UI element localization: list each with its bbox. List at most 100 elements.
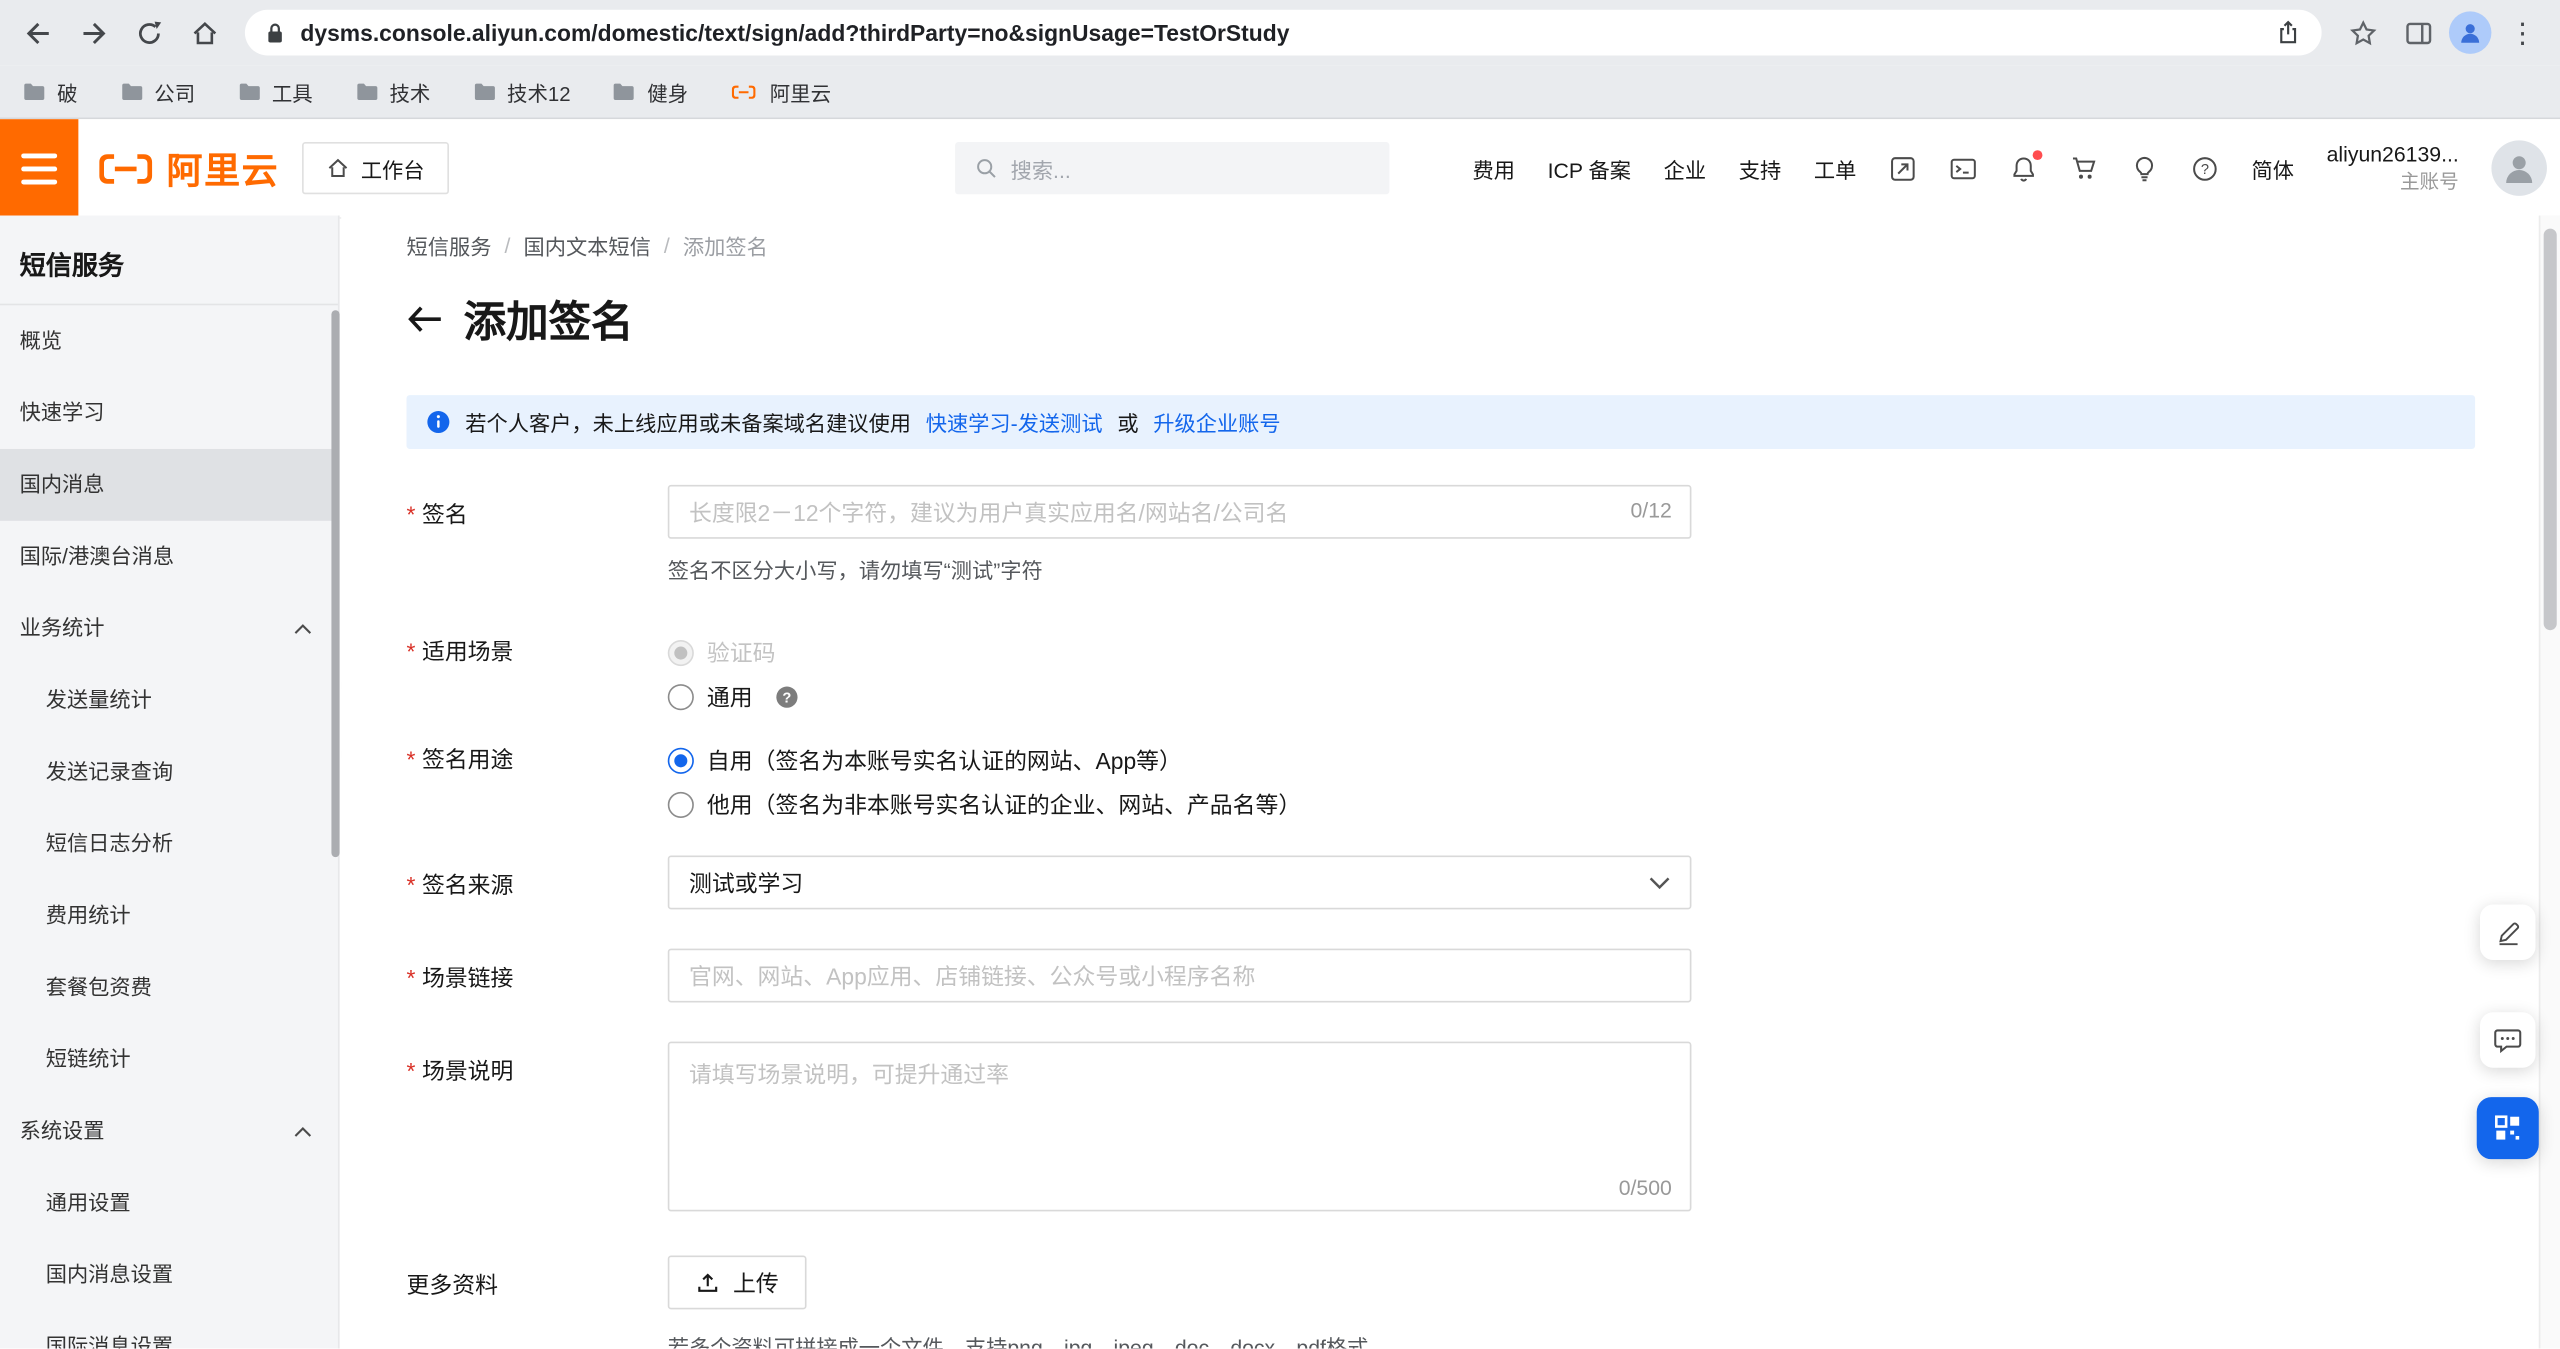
scene-desc-textarea[interactable]: [668, 1042, 1692, 1212]
bookmark-folder-po[interactable]: 破: [23, 76, 78, 107]
scene-desc-label: 场景说明: [407, 1042, 668, 1220]
account-info[interactable]: aliyun26139... 主账号: [2327, 142, 2459, 195]
usage-label: 签名用途: [407, 738, 668, 826]
kebab-menu-icon: ⋮: [2509, 19, 2537, 47]
home-button[interactable]: [180, 8, 229, 57]
bookmark-label: 破: [57, 76, 77, 107]
bookmark-label: 技术12: [507, 76, 571, 107]
main-content: 短信服务 / 国内文本短信 / 添加签名 添加签名 若个人客户，未上线应用或未备…: [341, 216, 2540, 1349]
product-menu-button[interactable]: [0, 119, 78, 217]
sidebar-scrollbar-thumb[interactable]: [331, 310, 339, 857]
scene-link-input[interactable]: [668, 949, 1692, 1003]
folder-icon: [473, 82, 496, 102]
bookmark-label: 阿里云: [770, 76, 831, 107]
scene-option-verification-code[interactable]: 验证码: [668, 630, 1692, 674]
bookmark-folder-fitness[interactable]: 健身: [613, 76, 688, 107]
nav-billing[interactable]: 费用: [1472, 153, 1514, 184]
page-scrollbar-track[interactable]: [2539, 216, 2560, 1349]
usage-option-label: 他用（签名为非本账号实名认证的企业、网站、产品名等）: [707, 788, 1301, 821]
bookmark-folder-tools[interactable]: 工具: [238, 76, 313, 107]
page-title: 添加签名: [464, 289, 634, 349]
sidebar-item-domestic-message-settings[interactable]: 国内消息设置: [0, 1239, 338, 1311]
sidebar-item-package-pricing[interactable]: 套餐包资费: [0, 952, 338, 1024]
sidebar-group-business-stats[interactable]: 业务统计: [0, 593, 338, 665]
banner-link-upgrade-enterprise[interactable]: 升级企业账号: [1153, 407, 1280, 438]
usage-option-other[interactable]: 他用（签名为非本账号实名认证的企业、网站、产品名等）: [668, 782, 1692, 826]
workbench-button[interactable]: 工作台: [302, 142, 449, 194]
notifications-button[interactable]: [2010, 154, 2038, 182]
forward-icon: [79, 19, 107, 47]
bookmark-aliyun[interactable]: 阿里云: [731, 76, 831, 107]
source-select-value: 测试或学习: [689, 866, 803, 899]
sidebar-item-overview[interactable]: 概览: [0, 305, 338, 377]
usage-option-self[interactable]: 自用（签名为本账号实名认证的网站、App等）: [668, 738, 1692, 782]
console-apps-grid-fab[interactable]: [2477, 1097, 2539, 1159]
nav-support[interactable]: 支持: [1739, 153, 1781, 184]
account-avatar[interactable]: [2491, 140, 2547, 196]
sidebar-item-send-record-query[interactable]: 发送记录查询: [0, 736, 338, 808]
back-icon: [24, 19, 52, 47]
reload-button[interactable]: [124, 8, 173, 57]
back-button[interactable]: [13, 8, 62, 57]
help-button[interactable]: ?: [2191, 154, 2219, 182]
cart-icon: [2070, 154, 2098, 182]
console-search-input[interactable]: 搜索...: [955, 142, 1389, 194]
chat-support-fab[interactable]: [2480, 1012, 2536, 1068]
bookmark-label: 公司: [154, 76, 195, 107]
notification-badge-dot: [2033, 149, 2043, 159]
sidebar-item-intl-message-settings[interactable]: 国际消息设置: [0, 1311, 338, 1349]
suggestions-button[interactable]: [2131, 154, 2159, 182]
bookmark-label: 技术: [389, 76, 430, 107]
star-icon: [2349, 19, 2377, 47]
sidebar-item-quick-learning[interactable]: 快速学习: [0, 377, 338, 449]
scene-desc-row: 场景说明 0/500: [407, 1042, 2541, 1220]
nav-enterprise[interactable]: 企业: [1664, 153, 1706, 184]
bookmark-folder-tech[interactable]: 技术: [355, 76, 430, 107]
signature-input[interactable]: [668, 485, 1692, 539]
scene-link-row: 场景链接: [407, 949, 2541, 1003]
upload-button[interactable]: 上传: [668, 1256, 807, 1310]
nav-icp-filing[interactable]: ICP 备案: [1548, 153, 1631, 184]
sidebar-item-cost-stats[interactable]: 费用统计: [0, 880, 338, 952]
bookmark-folder-company[interactable]: 公司: [120, 76, 195, 107]
address-bar[interactable]: dysms.console.aliyun.com/domestic/text/s…: [245, 10, 2322, 56]
sidebar-item-general-settings[interactable]: 通用设置: [0, 1167, 338, 1239]
sidebar-item-send-volume-stats[interactable]: 发送量统计: [0, 664, 338, 736]
bookmark-folder-tech12[interactable]: 技术12: [473, 76, 571, 107]
sidebar-item-sms-log-analysis[interactable]: 短信日志分析: [0, 808, 338, 880]
chevron-up-icon: [294, 624, 312, 635]
scene-option-general[interactable]: 通用 ?: [668, 674, 1692, 718]
scene-control: 验证码 通用 ?: [668, 630, 1692, 718]
cloudshell-button[interactable]: [1949, 154, 1977, 182]
sidebar-item-intl-messages[interactable]: 国际/港澳台消息: [0, 521, 338, 593]
share-icon[interactable]: [2276, 20, 2300, 46]
sidebar: 短信服务 概览 快速学习 国内消息 国际/港澳台消息 业务统计 发送量统计 发送…: [0, 216, 340, 1349]
page-scrollbar-thumb[interactable]: [2544, 229, 2557, 631]
breadcrumb-sms-service[interactable]: 短信服务: [407, 230, 492, 261]
sidebar-item-domestic-messages[interactable]: 国内消息: [0, 449, 338, 521]
browser-profile-avatar[interactable]: [2449, 11, 2491, 53]
banner-link-quick-learning[interactable]: 快速学习-发送测试: [926, 407, 1103, 438]
more-materials-row: 更多资料 上传 若多个资料可拼接成一个文件，支持png、jpg、jpeg、doc…: [407, 1256, 2541, 1349]
general-help-icon[interactable]: ?: [776, 685, 799, 708]
nav-ticket[interactable]: 工单: [1814, 153, 1856, 184]
forward-button[interactable]: [69, 8, 118, 57]
source-select[interactable]: 测试或学习: [668, 856, 1692, 910]
breadcrumb-domestic-text-sms[interactable]: 国内文本短信: [523, 230, 650, 261]
url-text[interactable]: dysms.console.aliyun.com/domestic/text/s…: [300, 20, 2259, 46]
cart-button[interactable]: [2070, 154, 2098, 182]
source-label: 签名来源: [407, 856, 668, 910]
apps-shortcut-button[interactable]: [1889, 154, 1917, 182]
browser-menu-button[interactable]: ⋮: [2498, 8, 2547, 57]
sidebar-item-short-link-stats[interactable]: 短链统计: [0, 1024, 338, 1096]
bookmark-star-button[interactable]: [2338, 8, 2387, 57]
feedback-edit-fab[interactable]: [2480, 904, 2536, 960]
sidebar-group-system-settings[interactable]: 系统设置: [0, 1096, 338, 1168]
back-arrow-icon[interactable]: [407, 305, 443, 333]
account-type: 主账号: [2327, 169, 2459, 194]
language-switcher[interactable]: 简体: [2251, 153, 2293, 184]
upload-icon: [696, 1270, 720, 1294]
side-panel-button[interactable]: [2393, 8, 2442, 57]
aliyun-logo[interactable]: 阿里云: [95, 119, 280, 217]
usage-row: 签名用途 自用（签名为本账号实名认证的网站、App等） 他用（签名为非本账号实名…: [407, 738, 2541, 826]
